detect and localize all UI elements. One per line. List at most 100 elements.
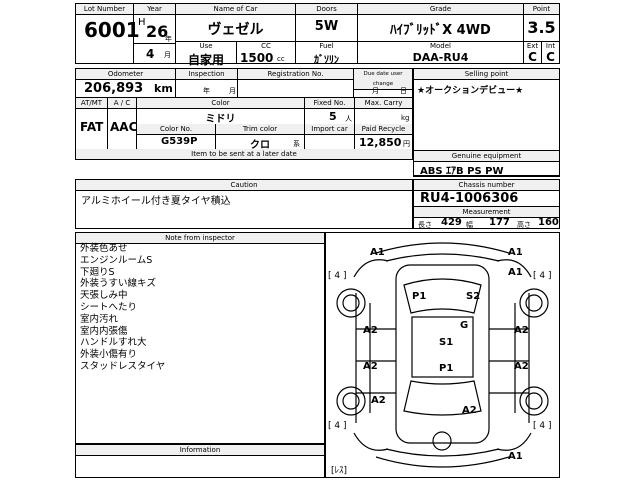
spare-tire-mark: [ﾚｽ]: [331, 466, 348, 476]
ext-label: Ext: [526, 42, 539, 50]
recycle-value: 12,850: [359, 136, 402, 149]
fixed-unit: 人: [345, 115, 352, 123]
grade-value: ﾊｲﾌﾞﾘｯﾄﾞX 4WD: [390, 23, 491, 38]
car-name: ヴェゼル: [207, 22, 264, 38]
damage-diagram-box: A1 A1 A1 P1 S2 A2 G A2 S1 A2 P1 A2 A2 A2…: [325, 232, 560, 478]
damage-code: A2: [514, 361, 529, 372]
registration-label: Registration No.: [238, 69, 353, 80]
items-later-label: Item to be sent at a later date: [76, 149, 412, 159]
odometer-cell: Odometer 206,893 km: [76, 69, 176, 97]
chassis-number: RU4-1006306: [420, 191, 519, 206]
import-cell: Import car 系: [293, 124, 355, 149]
atmt-label: AT/MT: [76, 98, 107, 109]
color-label: Color: [137, 98, 304, 109]
due-cell: Due date user change 月 日: [354, 69, 412, 97]
due-day-unit: 日: [400, 87, 407, 95]
maxcarry-cell: Max. Carry kg: [355, 98, 412, 124]
width-value: 177: [489, 217, 510, 228]
model-value: DAA-RU4: [412, 51, 469, 64]
grade-cell: Grade ﾊｲﾌﾞﾘｯﾄﾞX 4WD Model DAA-RU4: [358, 4, 524, 64]
atmt-value: FAT: [80, 120, 104, 134]
fuel-value: ｶﾞｿﾘﾝ: [314, 55, 339, 66]
cc-label: CC: [261, 42, 271, 50]
header-row: Lot Number 6001 Year H 26 年 4 月 Name of …: [75, 3, 560, 67]
month-unit: 月: [164, 51, 171, 59]
doors-label: Doors: [296, 4, 357, 15]
due-month-unit: 月: [372, 87, 379, 95]
lot-number: 6001: [84, 18, 140, 42]
tire-mark-rear-left: [ 4 ]: [328, 421, 347, 431]
int-value: C: [546, 50, 555, 64]
genuine-equipment-value: ABS ｴｱB PS PW: [420, 166, 504, 177]
note-item: ハンドルすれ大: [80, 337, 147, 349]
damage-code: S1: [439, 337, 454, 348]
car-diagram: [336, 242, 549, 468]
inspector-notes-list: 外装色あせ エンジンルームS 下廻りS 外装うすい線キズ 天張しみ中 シートへた…: [80, 243, 165, 373]
model-label: Model: [429, 42, 452, 50]
information-box: Information: [75, 444, 325, 478]
import-label: Import car: [305, 124, 354, 135]
damage-code: G: [460, 320, 469, 331]
fixed-label: Fixed No.: [305, 98, 354, 109]
caution-box: Caution アルミホイール付き夏タイヤ積込: [75, 179, 413, 229]
ac-label: A / C: [108, 98, 136, 109]
tire-mark-front-right: [ 4 ]: [533, 271, 552, 281]
point-cell: Point 3.5 Ext Int C C: [524, 4, 559, 64]
color-value: ミドリ: [205, 114, 236, 125]
atmt-cell: AT/MT FAT: [76, 98, 108, 149]
recycle-cell: Paid Recycle 12,850 円: [355, 124, 412, 149]
genuine-equipment-label: Genuine equipment: [414, 151, 559, 162]
color-cell: Color ミドリ: [137, 98, 305, 125]
caution-text: アルミホイール付き夏タイヤ積込: [81, 196, 231, 207]
use-value: 自家用: [187, 53, 224, 67]
note-item: スタッドレスタイヤ: [80, 360, 166, 372]
note-item: 外装小傷有り: [80, 349, 138, 361]
width-label: 幅: [466, 221, 473, 229]
colorno-value: G539P: [161, 136, 198, 147]
ext-value: C: [528, 50, 537, 64]
lot-cell: Lot Number 6001: [76, 4, 140, 63]
point-label: Point: [524, 4, 559, 15]
damage-code: S2: [466, 291, 481, 302]
row-odometer: Odometer 206,893 km Inspection 年 月 Regis…: [75, 68, 413, 98]
registration-cell: Registration No.: [238, 69, 354, 97]
odometer-value: 206,893: [84, 81, 144, 96]
damage-code: A2: [363, 361, 378, 372]
tire-mark-rear-right: [ 4 ]: [533, 421, 552, 431]
row-spec: AT/MT FAT A / C AAC Color ミドリ Fixed No. …: [75, 98, 413, 160]
damage-code: A1: [508, 267, 523, 278]
maxcarry-unit: kg: [401, 114, 410, 122]
ac-cell: A / C AAC: [108, 98, 137, 149]
cc-value: 1500: [240, 51, 274, 65]
selling-point-label: Selling point: [414, 69, 559, 80]
length-label: 長さ: [418, 221, 432, 229]
trim-label: Trim color: [216, 124, 304, 135]
caution-label: Caution: [76, 180, 412, 191]
colorno-cell: Color No. G539P: [137, 124, 216, 149]
selling-point-text: ★オークションデビュー★: [417, 86, 524, 96]
note-item: 下廻りS: [80, 266, 115, 278]
inspection-year-unit: 年: [203, 87, 210, 95]
note-item: エンジンルームS: [80, 254, 153, 266]
colorno-label: Color No.: [137, 124, 215, 135]
trim-cell: Trim color クロ: [216, 124, 305, 151]
maxcarry-label: Max. Carry: [355, 98, 412, 109]
damage-code: A1: [508, 247, 523, 258]
inspection-month-unit: 月: [229, 87, 236, 95]
doors-value: 5W: [314, 19, 339, 34]
import-unit: 系: [293, 140, 300, 148]
length-value: 429: [441, 217, 462, 228]
month-value: 4: [146, 47, 155, 61]
odometer-label: Odometer: [76, 69, 175, 80]
note-item: 室内汚れ: [80, 313, 119, 325]
grade-label: Grade: [358, 4, 523, 15]
fuel-label: Fuel: [319, 42, 334, 50]
cc-unit: cc: [277, 55, 285, 63]
note-item: 天張しみ中: [80, 290, 128, 302]
genuine-equipment-box: Genuine equipment ABS ｴｱB PS PW: [413, 150, 560, 177]
damage-code: P1: [412, 291, 427, 302]
damage-code: A2: [371, 395, 386, 406]
year-label: Year: [134, 4, 175, 15]
recycle-label: Paid Recycle: [355, 124, 412, 135]
name-cell: Name of Car ヴェゼル Use CC 自家用 1500 cc: [176, 4, 296, 67]
